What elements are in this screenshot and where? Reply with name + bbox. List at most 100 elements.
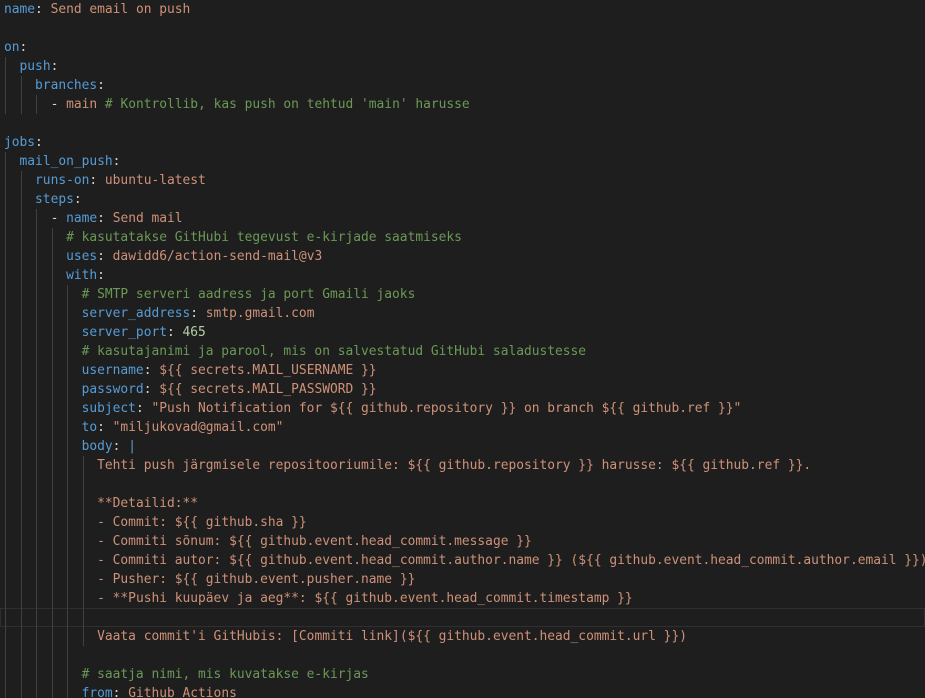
yaml-comment: # saatja nimi, mis kuvatakse e-kirjas xyxy=(81,667,369,682)
indent-guide xyxy=(36,95,38,114)
code-line[interactable] xyxy=(0,114,925,133)
code-line[interactable]: uses: dawidd6/action-send-mail@v3 xyxy=(0,247,925,266)
indent-guide xyxy=(67,551,69,570)
code-line[interactable]: - Pusher: ${{ github.event.pusher.name }… xyxy=(0,570,925,589)
code-line[interactable]: push: xyxy=(0,57,925,76)
yaml-punctuation: : xyxy=(50,59,59,74)
indent-guide xyxy=(20,589,22,608)
indent-guide xyxy=(67,304,69,323)
code-line[interactable]: - name: Send mail xyxy=(0,209,925,228)
indent-guide xyxy=(36,437,38,456)
code-line[interactable]: - Commiti autor: ${{ github.event.head_c… xyxy=(0,551,925,570)
indent-guide xyxy=(51,437,53,456)
indent-guide xyxy=(82,551,84,570)
indent-guide xyxy=(20,494,22,513)
code-line[interactable] xyxy=(0,19,925,38)
code-line[interactable]: # saatja nimi, mis kuvatakse e-kirjas xyxy=(0,665,925,684)
yaml-key: to xyxy=(81,420,98,435)
yaml-punctuation: : xyxy=(73,192,82,207)
indent-guide xyxy=(51,342,53,361)
indent-guide xyxy=(36,570,38,589)
indent-guide xyxy=(51,285,53,304)
code-line[interactable]: with: xyxy=(0,266,925,285)
indent-guide xyxy=(5,437,6,456)
code-line[interactable]: Vaata commit'i GitHubis: [Commiti link](… xyxy=(0,627,925,646)
indent-guide xyxy=(20,456,22,475)
code-line[interactable]: - **Pushi kuupäev ja aeg**: ${{ github.e… xyxy=(0,589,925,608)
indent-guide xyxy=(67,380,69,399)
code-line[interactable]: server_port: 465 xyxy=(0,323,925,342)
code-line[interactable]: **Detailid:** xyxy=(0,494,925,513)
indent-guide xyxy=(51,589,53,608)
indent-guide xyxy=(67,608,69,627)
code-line[interactable]: # SMTP serveri aadress ja port Gmaili ja… xyxy=(0,285,925,304)
yaml-punctuation: : xyxy=(143,382,160,397)
code-line[interactable]: username: ${{ secrets.MAIL_USERNAME }} xyxy=(0,361,925,380)
code-line[interactable]: mail_on_push: xyxy=(0,152,925,171)
indent-guide xyxy=(67,456,69,475)
code-line[interactable] xyxy=(0,475,925,494)
indent-guide xyxy=(20,551,22,570)
indent-guide xyxy=(36,494,38,513)
code-line[interactable]: password: ${{ secrets.MAIL_PASSWORD }} xyxy=(0,380,925,399)
code-line[interactable]: steps: xyxy=(0,190,925,209)
yaml-string: ${{ secrets.MAIL_PASSWORD }} xyxy=(159,382,377,397)
indent-guide xyxy=(20,247,22,266)
indent-guide xyxy=(36,323,38,342)
indent-guide xyxy=(20,323,22,342)
yaml-key: password xyxy=(81,382,144,397)
indent-guide xyxy=(5,95,6,114)
code-editor[interactable]: name: Send email on push on: push: branch… xyxy=(0,0,925,698)
yaml-punctuation: : xyxy=(112,154,121,169)
indent-guide xyxy=(5,247,6,266)
indent-guide xyxy=(67,418,69,437)
code-line[interactable]: runs-on: ubuntu-latest xyxy=(0,171,925,190)
code-line[interactable]: subject: "Push Notification for ${{ gith… xyxy=(0,399,925,418)
code-line[interactable]: from: Github Actions xyxy=(0,684,925,698)
indent-guide xyxy=(67,494,69,513)
yaml-string: ubuntu-latest xyxy=(104,173,206,188)
indent-guide xyxy=(36,266,38,285)
code-line[interactable]: jobs: xyxy=(0,133,925,152)
code-line[interactable]: - main # Kontrollib, kas push on tehtud … xyxy=(0,95,925,114)
yaml-key: | xyxy=(128,439,136,454)
indent-guide xyxy=(82,570,84,589)
yaml-punctuation: - xyxy=(50,97,67,112)
indent-guide xyxy=(36,399,38,418)
indent-guide xyxy=(36,684,38,698)
indent-guide xyxy=(51,228,53,247)
indent-guide xyxy=(20,627,22,646)
code-line[interactable]: to: "miljukovad@gmail.com" xyxy=(0,418,925,437)
code-line[interactable]: - Commiti sõnum: ${{ github.event.head_c… xyxy=(0,532,925,551)
indent-guide xyxy=(67,399,69,418)
code-line[interactable]: - Commit: ${{ github.sha }} xyxy=(0,513,925,532)
indent-guide xyxy=(20,285,22,304)
code-line[interactable]: server_address: smtp.gmail.com xyxy=(0,304,925,323)
code-line[interactable]: name: Send email on push xyxy=(0,0,925,19)
code-line[interactable]: # kasutajanimi ja parool, mis on salvest… xyxy=(0,342,925,361)
indent-guide xyxy=(5,608,6,627)
indent-guide xyxy=(36,532,38,551)
code-line[interactable]: # kasutatakse GitHubi tegevust e-kirjade… xyxy=(0,228,925,247)
yaml-key: mail_on_push xyxy=(19,154,113,169)
indent-guide xyxy=(51,532,53,551)
code-line[interactable]: body: | xyxy=(0,437,925,456)
indent-guide xyxy=(36,380,38,399)
code-line[interactable] xyxy=(0,646,925,665)
indent-guide xyxy=(67,589,69,608)
code-line[interactable]: Tehti push järgmisele repositooriumile: … xyxy=(0,456,925,475)
yaml-key: name xyxy=(66,211,98,226)
indent-guide xyxy=(5,627,6,646)
indent-guide xyxy=(36,285,38,304)
code-line[interactable] xyxy=(0,608,925,627)
code-line[interactable]: branches: xyxy=(0,76,925,95)
indent-guide xyxy=(51,456,53,475)
code-line[interactable]: on: xyxy=(0,38,925,57)
